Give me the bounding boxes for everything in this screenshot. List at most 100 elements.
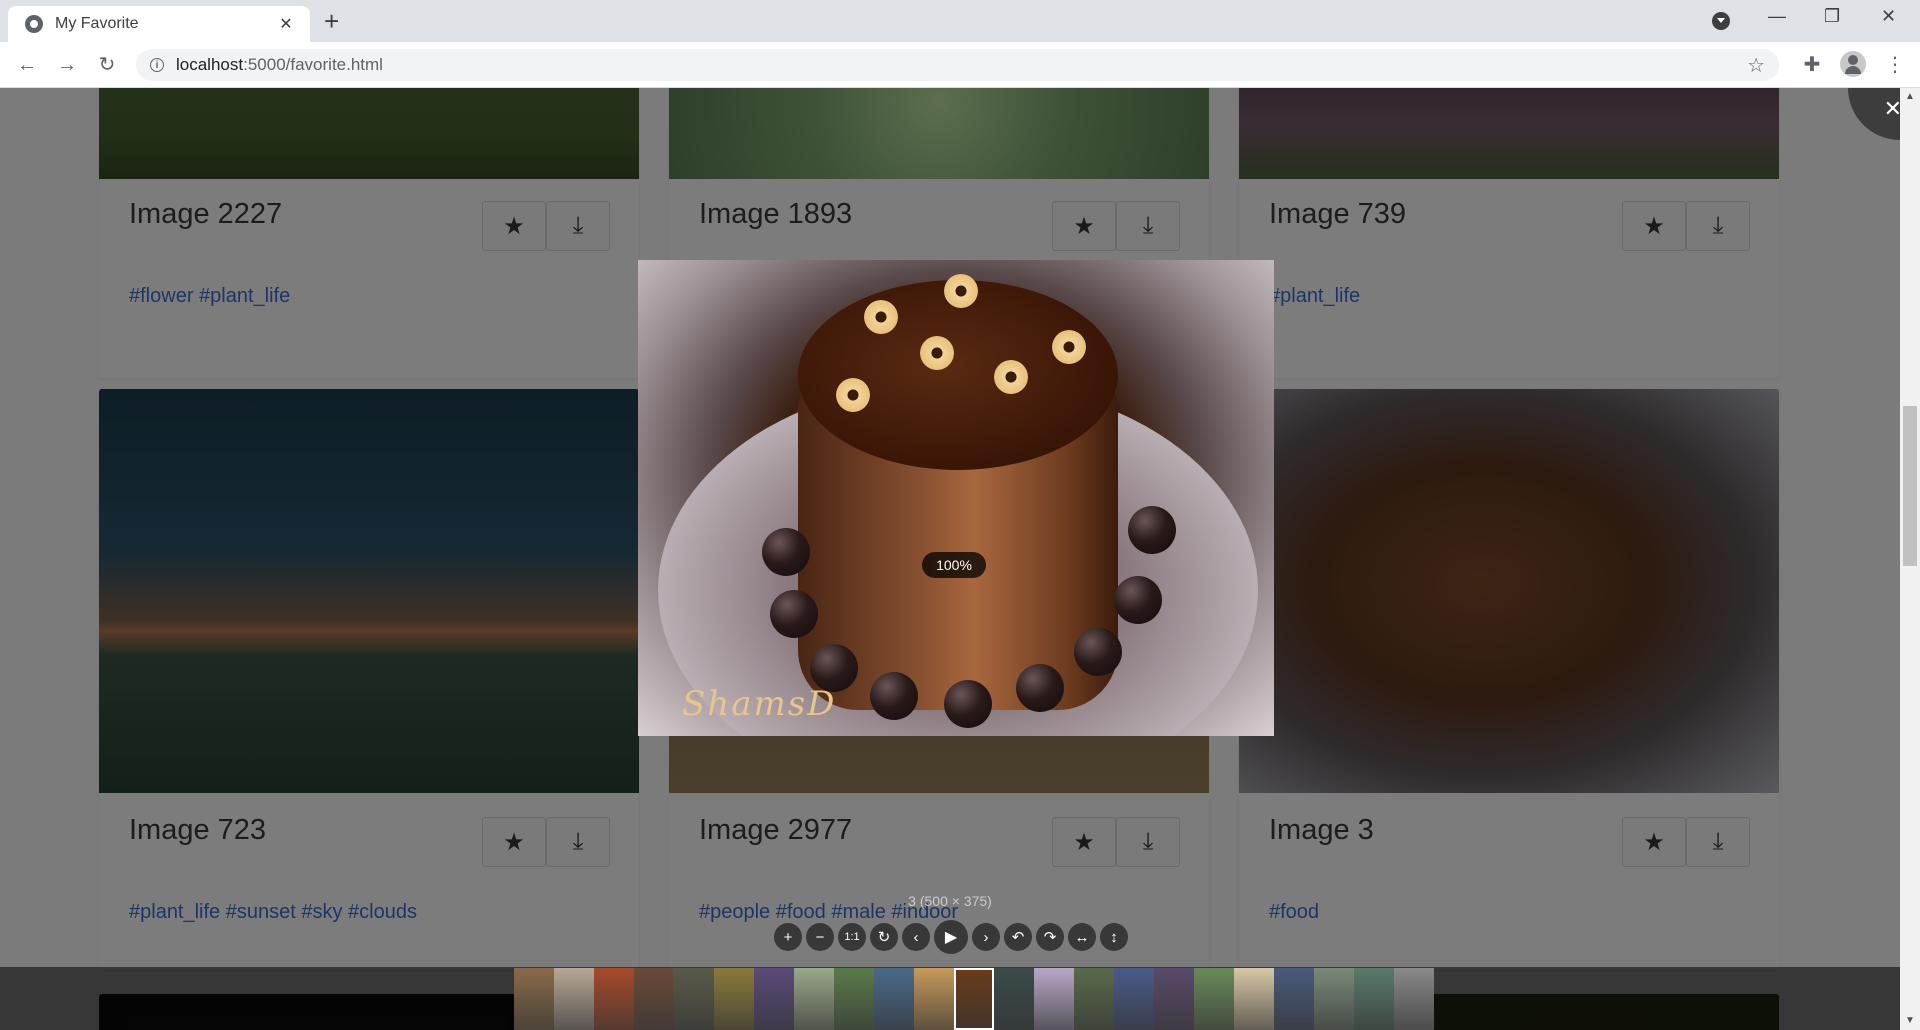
thumbnail-item[interactable]	[1154, 968, 1194, 1030]
flower-decoration	[836, 378, 870, 412]
thumbnail-item[interactable]	[634, 968, 674, 1030]
card-title: Image 2977	[699, 814, 853, 846]
scroll-down-arrow[interactable]: ▼	[1900, 1012, 1920, 1030]
url-text: localhost:5000/favorite.html	[176, 55, 383, 75]
globe-icon	[25, 15, 43, 33]
rotate-right-button[interactable]: ↷	[1036, 923, 1064, 951]
favorite-star-button[interactable]: ★	[1622, 201, 1686, 251]
image-card: Image 3 ★ ⤓ #food	[1239, 389, 1779, 969]
thumbnail-item[interactable]	[914, 968, 954, 1030]
tab-strip: My Favorite ✕ + — ❐ ✕	[0, 0, 1920, 42]
thumbnail-item[interactable]	[1234, 968, 1274, 1030]
back-button[interactable]: ←	[12, 50, 42, 80]
close-window-button[interactable]: ✕	[1881, 6, 1896, 27]
reload-button[interactable]: ↻	[92, 50, 122, 80]
url-host: localhost	[176, 55, 244, 74]
download-button[interactable]: ⤓	[546, 817, 610, 867]
browser-toolbar: ← → ↻ i localhost:5000/favorite.html ☆ ✚…	[0, 42, 1920, 88]
flower-decoration	[1052, 330, 1086, 364]
thumbnail-item[interactable]	[994, 968, 1034, 1030]
thumbnail-item[interactable]	[1114, 968, 1154, 1030]
image-card: Image 723 ★ ⤓ #plant_life #sunset #sky #…	[99, 389, 639, 969]
image-caption: 3 (500 × 375)	[908, 893, 992, 909]
maximize-button[interactable]: ❐	[1824, 6, 1840, 27]
thumbnail-item[interactable]	[514, 968, 554, 1030]
chocolate-ball	[870, 672, 918, 720]
cake-top-shape	[798, 280, 1118, 470]
one-to-one-button[interactable]: 1:1	[838, 923, 866, 951]
thumbnail-item[interactable]	[554, 968, 594, 1030]
zoom-level-tooltip: 100%	[922, 552, 986, 578]
thumbnail-item[interactable]	[874, 968, 914, 1030]
download-button[interactable]: ⤓	[546, 201, 610, 251]
flip-vertical-button[interactable]: ↕	[1100, 923, 1128, 951]
profile-avatar[interactable]	[1840, 51, 1866, 77]
bookmark-star-icon[interactable]: ☆	[1747, 53, 1765, 78]
thumbnail-item[interactable]	[1034, 968, 1074, 1030]
info-icon[interactable]: i	[150, 58, 164, 72]
card-image[interactable]	[1239, 88, 1779, 179]
image-card: Image 2227 ★ ⤓ #flower #plant_life	[99, 88, 639, 378]
flip-horizontal-button[interactable]: ↔	[1068, 923, 1096, 951]
download-button[interactable]: ⤓	[1686, 201, 1750, 251]
minimize-button[interactable]: —	[1768, 6, 1786, 27]
viewer-main-image[interactable]: ShamsD	[638, 260, 1274, 736]
tab-close-icon[interactable]: ✕	[276, 14, 296, 34]
new-tab-button[interactable]: +	[324, 8, 339, 34]
chocolate-ball	[762, 528, 810, 576]
card-image[interactable]	[669, 88, 1209, 179]
favorite-star-button[interactable]: ★	[1052, 817, 1116, 867]
card-title: Image 739	[1269, 198, 1407, 230]
thumbnail-item[interactable]	[594, 968, 634, 1030]
chocolate-ball	[1114, 576, 1162, 624]
thumbnail-item[interactable]	[954, 968, 994, 1030]
download-button[interactable]: ⤓	[1686, 817, 1750, 867]
thumbnail-item[interactable]	[1314, 968, 1354, 1030]
card-image[interactable]	[99, 88, 639, 179]
thumbnail-item[interactable]	[1194, 968, 1234, 1030]
thumbnail-item[interactable]	[1074, 968, 1114, 1030]
card-image[interactable]	[1239, 389, 1779, 793]
scrollbar-thumb[interactable]	[1903, 406, 1917, 566]
card-tags[interactable]: #flower #plant_life	[129, 285, 290, 308]
zoom-out-button[interactable]: −	[806, 923, 834, 951]
forward-button[interactable]: →	[52, 50, 82, 80]
thumbnail-item[interactable]	[1354, 968, 1394, 1030]
thumbnail-item[interactable]	[1394, 968, 1434, 1030]
browser-tab[interactable]: My Favorite ✕	[8, 6, 310, 42]
favorite-star-button[interactable]: ★	[482, 817, 546, 867]
card-title: Image 1893	[699, 198, 853, 230]
play-button[interactable]: ▶	[934, 920, 968, 954]
download-button[interactable]: ⤓	[1116, 817, 1180, 867]
thumbnail-item[interactable]	[1274, 968, 1314, 1030]
address-bar[interactable]: i localhost:5000/favorite.html ☆	[136, 49, 1779, 81]
menu-icon[interactable]: ⋮	[1882, 52, 1908, 78]
page-scrollbar[interactable]: ▲ ▼	[1900, 88, 1920, 1030]
thumbnail-item[interactable]	[794, 968, 834, 1030]
thumbnail-item[interactable]	[674, 968, 714, 1030]
rotate-left-button[interactable]: ↶	[1004, 923, 1032, 951]
zoom-in-button[interactable]: +	[774, 923, 802, 951]
card-image[interactable]	[99, 389, 639, 793]
chocolate-ball	[770, 590, 818, 638]
reset-button[interactable]: ↻	[870, 923, 898, 951]
favorite-star-button[interactable]: ★	[1622, 817, 1686, 867]
favorite-star-button[interactable]: ★	[1052, 201, 1116, 251]
download-button[interactable]: ⤓	[1116, 201, 1180, 251]
chocolate-ball	[1016, 664, 1064, 712]
next-button[interactable]: ›	[972, 923, 1000, 951]
thumbnail-item[interactable]	[714, 968, 754, 1030]
previous-button[interactable]: ‹	[902, 923, 930, 951]
image-watermark: ShamsD	[682, 684, 837, 724]
thumbnail-item[interactable]	[754, 968, 794, 1030]
scroll-up-arrow[interactable]: ▲	[1900, 88, 1920, 106]
favorite-star-button[interactable]: ★	[482, 201, 546, 251]
tab-search-icon[interactable]	[1712, 12, 1730, 30]
flower-decoration	[994, 360, 1028, 394]
chocolate-ball	[1074, 628, 1122, 676]
flower-decoration	[864, 300, 898, 334]
card-title: Image 723	[129, 814, 267, 846]
card-tags[interactable]: #plant_life	[1269, 285, 1360, 308]
extensions-icon[interactable]: ✚	[1799, 52, 1825, 78]
thumbnail-item[interactable]	[834, 968, 874, 1030]
